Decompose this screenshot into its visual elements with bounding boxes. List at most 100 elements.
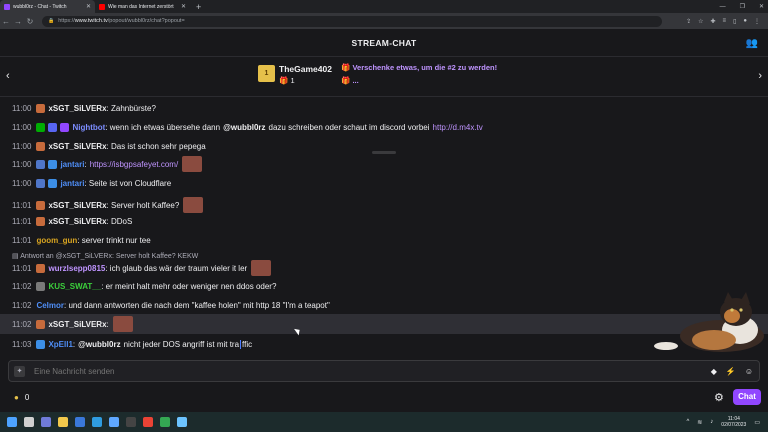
user-badge-icon[interactable] [36,216,46,226]
gift-icon: 1 [258,65,275,82]
emote-picker-icon[interactable]: ☺ [745,367,753,376]
message-text: : ich glaub das wär der traum vieler it … [105,263,248,273]
profile-icon[interactable]: ● [743,18,747,25]
chat-username[interactable]: xSGT_SiLVERx [48,142,106,151]
address-bar[interactable]: 🔒 https://www.twitch.tv/popout/wubbl0rz/… [42,15,662,27]
chat-message[interactable]: 11:01 wurzlsepp0815: ich glaub das wär de… [0,258,768,278]
volume-icon[interactable]: ♪ [710,419,713,425]
file-explorer-icon[interactable] [58,417,68,427]
tab-title: Wie man das Internet zerstört [108,3,174,10]
timestamp: 11:02 [12,281,32,291]
tray-chevron-icon[interactable]: ^ [686,419,689,425]
close-tab-icon[interactable]: ✕ [86,3,91,10]
chrome-icon[interactable] [143,417,153,427]
user-badge-icon[interactable] [36,319,46,329]
user-badge-icon[interactable] [36,200,46,210]
user-badge-icon[interactable] [36,263,46,273]
channel-points[interactable]: ● 0 [14,393,29,402]
chevron-left-icon[interactable]: ‹ [6,70,10,82]
chat-username[interactable]: xSGT_SiLVERx [48,217,106,226]
chat-message[interactable]: 11:00 Nightbot: wenn ich etwas übersehe d… [0,120,768,134]
chat-username[interactable]: xSGT_SiLVERx [48,320,106,329]
minimize-icon[interactable]: — [720,4,726,10]
back-icon[interactable]: ← [0,17,12,26]
remote-desktop-icon[interactable] [177,417,187,427]
user-badge-icon[interactable] [48,122,58,132]
sidepanel-icon[interactable]: ▯ [733,18,736,25]
wifi-icon[interactable]: ≋ [697,419,702,426]
browser-tab-twitch-chat[interactable]: wubbl0rz - Chat - Twitch ✕ [0,0,95,13]
cta-text: Verschenke etwas, um die #2 zu werden! [352,63,498,72]
notifications-icon[interactable]: ▭ [754,419,760,426]
user-badge-icon[interactable] [36,141,46,151]
chat-message[interactable]: 11:00 xSGT_SiLVERx: Zahnbürste? [0,101,768,115]
mention[interactable]: @wubbl0rz [78,340,120,349]
user-badge-icon[interactable] [36,159,46,169]
settings-gear-icon[interactable]: ⚙ [714,391,724,404]
user-badge-icon[interactable] [36,122,46,132]
start-icon[interactable] [7,417,17,427]
terminal-icon[interactable] [126,417,136,427]
forward-icon[interactable]: → [12,17,24,26]
chat-username[interactable]: XpEll1 [48,340,72,349]
chat-input[interactable] [32,365,636,377]
chat-message[interactable]: 11:01 xSGT_SiLVERx: Server holt Kaffee? [0,195,768,215]
bookmark-icon[interactable]: ☆ [698,18,703,25]
chat-message[interactable]: 11:00 jantari: Seite ist von Cloudflare [0,176,768,190]
user-badge-icon[interactable] [36,103,46,113]
reload-icon[interactable]: ↻ [24,17,36,26]
bits-icon[interactable]: ◆ [711,367,717,376]
emote-image[interactable] [183,197,204,213]
store-icon[interactable] [75,417,85,427]
chat-username[interactable]: xSGT_SiLVERx [48,104,106,113]
app-icon[interactable] [109,417,119,427]
chat-username[interactable]: goom_gun [36,236,77,245]
chat-message[interactable]: 11:00 jantari: https://isbgpsafeyet.com/ [0,154,768,174]
chevron-right-icon[interactable]: › [758,70,762,82]
chat-send-button[interactable]: Chat [733,389,761,405]
chat-message[interactable]: 11:00 xSGT_SiLVERx: Das ist schon sehr pe… [0,139,768,153]
user-badge-icon[interactable] [48,178,58,188]
message-text: : server trinkt nur tee [77,235,151,245]
power-up-icon[interactable]: ⚡ [726,367,736,376]
chrome-active-icon[interactable] [160,417,170,427]
extensions-icon[interactable]: ✚ [711,18,716,25]
chat-username[interactable]: KUS_SWAT__ [48,282,101,291]
user-badge-icon[interactable] [60,122,70,132]
new-tab-icon[interactable]: + [196,2,201,12]
chat-username[interactable]: wurzlsepp0815 [48,264,105,273]
mention[interactable]: @wubbl0rz [223,123,265,132]
leaderboard-cta[interactable]: 🎁 Verschenke etwas, um die #2 zu werden! [341,63,497,72]
emote-image[interactable] [112,316,133,332]
media-icon[interactable]: ≡ [723,18,727,25]
leaderboard-username[interactable]: TheGame402 [279,64,332,74]
close-window-icon[interactable]: ✕ [759,3,764,10]
browser-tab-youtube[interactable]: Wie man das Internet zerstört ✕ [95,0,190,13]
user-badge-icon[interactable] [36,178,46,188]
emote-image[interactable] [251,260,272,276]
emote-image[interactable] [182,156,203,172]
chat-username[interactable]: jantari [60,179,84,188]
user-badge-icon[interactable] [48,159,58,169]
maximize-icon[interactable]: ❐ [740,3,745,10]
chat-message[interactable]: 11:01 xSGT_SiLVERx: DDoS [0,214,768,228]
clock[interactable]: 11:04 02/07/2023 [721,416,746,428]
timestamp: 11:00 [12,159,32,169]
chat-username[interactable]: Celmor [36,301,64,310]
user-badge-icon[interactable] [36,339,46,349]
chat-username[interactable]: Nightbot [72,123,105,132]
edge-icon[interactable] [92,417,102,427]
message-link[interactable]: https://isbgpsafeyet.com/ [90,160,179,169]
menu-icon[interactable]: ⋮ [754,18,760,25]
chat-message[interactable]: 11:01 goom_gun: server trinkt nur tee [0,233,768,247]
task-view-icon[interactable] [41,417,51,427]
share-icon[interactable]: ⇪ [686,18,691,25]
close-tab-icon[interactable]: ✕ [181,3,186,10]
chat-identity-icon[interactable]: ✦ [14,365,25,377]
community-icon[interactable]: 👥 [746,38,758,49]
message-link[interactable]: http://d.m4x.tv [433,123,483,132]
user-badge-icon[interactable] [36,281,46,291]
chat-username[interactable]: xSGT_SiLVERx [48,201,106,210]
chat-username[interactable]: jantari [60,160,84,169]
search-icon[interactable] [24,417,34,427]
